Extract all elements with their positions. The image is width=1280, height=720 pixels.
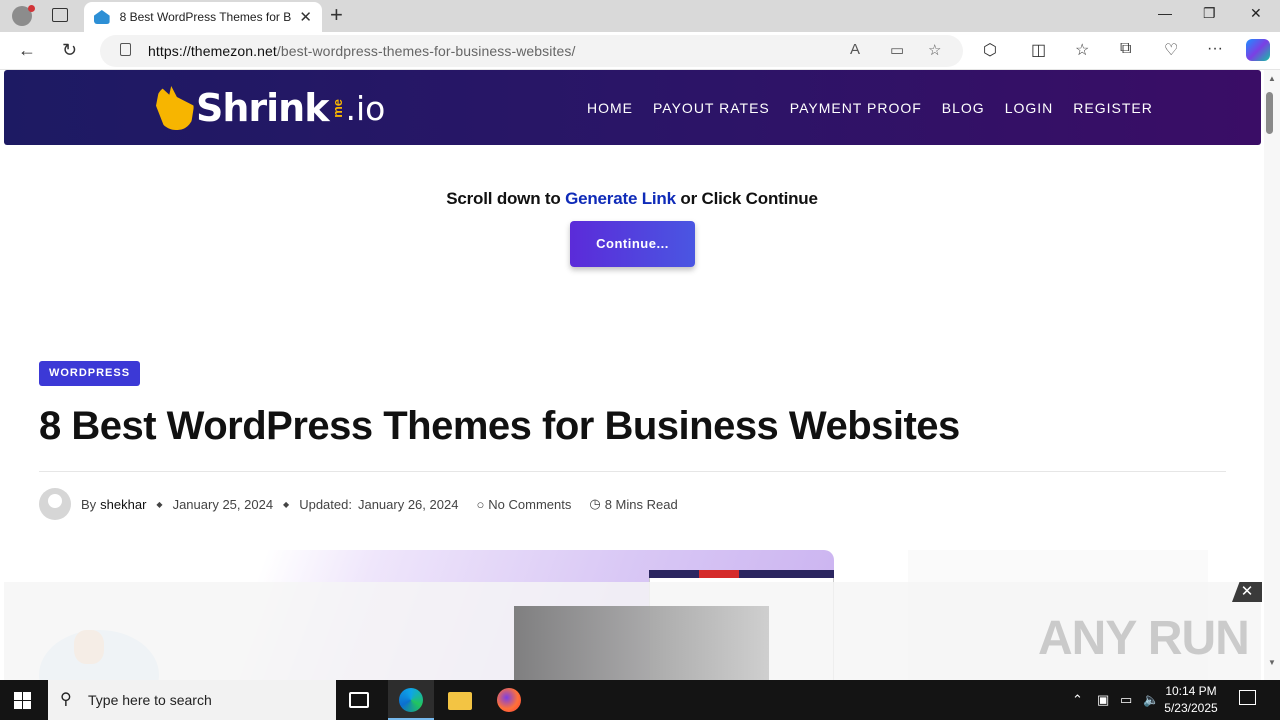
favorite-star-icon[interactable]: ☆	[928, 41, 941, 59]
hand-pointer-icon	[156, 86, 194, 130]
avatar[interactable]	[39, 488, 71, 520]
system-clock[interactable]: 10:14 PM 5/23/2025	[1160, 683, 1222, 717]
by-label: By	[81, 496, 97, 512]
task-view-icon[interactable]	[349, 692, 369, 708]
device-icon[interactable]: ▣	[1097, 692, 1109, 708]
windows-taskbar: ⚲ Type here to search ⌃ ▣ ▭ 🔈 10:14 PM 5…	[0, 680, 1280, 720]
scrollbar-thumb[interactable]	[1266, 92, 1273, 134]
main-nav: HOME PAYOUT RATES PAYMENT PROOF BLOG LOG…	[587, 100, 1153, 116]
theme-preview-header	[649, 570, 834, 578]
network-icon[interactable]: ▭	[1120, 692, 1132, 708]
tab-close-button[interactable]: ✕	[299, 10, 312, 25]
more-menu-icon[interactable]: ···	[1207, 40, 1223, 58]
site-favicon-icon	[94, 10, 110, 24]
copilot-icon[interactable]	[1246, 39, 1270, 61]
window-close-button[interactable]: ✕	[1250, 5, 1262, 22]
nav-home[interactable]: HOME	[587, 100, 633, 116]
notification-center-icon[interactable]	[1239, 690, 1256, 705]
read-aloud-icon[interactable]: A	[850, 41, 860, 58]
ad-banner-image[interactable]	[514, 606, 769, 680]
browser-tab-bar: 8 Best WordPress Themes for Business Web…	[0, 0, 1280, 32]
back-arrow-icon[interactable]: ←	[18, 39, 36, 61]
show-hidden-icons-icon[interactable]: ⌃	[1072, 692, 1083, 708]
bullet-icon: ◆	[283, 499, 290, 509]
file-explorer-icon[interactable]	[448, 692, 472, 710]
article-title: 8 Best WordPress Themes for Business Web…	[39, 404, 960, 448]
tab-title: 8 Best WordPress Themes for Business Web…	[119, 10, 292, 24]
nav-register[interactable]: REGISTER	[1073, 100, 1153, 116]
nav-login[interactable]: LOGIN	[1005, 100, 1054, 116]
bullet-icon: ◆	[156, 499, 163, 509]
nav-payout-rates[interactable]: PAYOUT RATES	[653, 100, 770, 116]
clock-date: 5/23/2025	[1164, 701, 1218, 715]
scroll-up-icon[interactable]: ▲	[1264, 74, 1280, 83]
page-scrollbar[interactable]	[1264, 70, 1280, 680]
site-header: Shrink me .io HOME PAYOUT RATES PAYMENT …	[4, 70, 1261, 145]
edge-icon[interactable]	[399, 688, 423, 712]
browser-essentials-icon[interactable]: ♡	[1164, 40, 1178, 60]
logo-text: Shrink	[196, 86, 330, 130]
nav-blog[interactable]: BLOG	[942, 100, 985, 116]
minimize-button[interactable]: —	[1158, 5, 1172, 21]
updated-label: Updated:	[299, 496, 352, 512]
clock-time: 10:14 PM	[1165, 684, 1217, 698]
favorites-icon[interactable]: ☆	[1075, 40, 1089, 60]
url-text[interactable]: https://themezon.net/best-wordpress-them…	[148, 43, 575, 59]
comments-link[interactable]: No Comments	[488, 497, 571, 512]
refresh-icon[interactable]: ↻	[62, 39, 77, 61]
windows-start-icon[interactable]	[14, 692, 31, 709]
generate-link[interactable]: Generate Link	[565, 189, 676, 208]
scroll-instruction: Scroll down to Generate Link or Click Co…	[446, 189, 818, 208]
extensions-icon[interactable]: ⬡	[983, 40, 997, 60]
tab-actions-icon[interactable]	[52, 8, 68, 22]
firefox-icon[interactable]	[497, 688, 521, 712]
logo-me-text: me	[329, 98, 345, 118]
restore-button[interactable]: ❐	[1203, 5, 1216, 22]
logo-io-text: .io	[345, 88, 386, 128]
new-tab-button[interactable]: +	[330, 3, 343, 27]
watermark: ANY RUN	[1038, 612, 1250, 665]
theme-preview-accent	[699, 570, 739, 578]
read-time: 8 Mins Read	[604, 496, 678, 512]
author-link[interactable]: shekhar	[100, 497, 146, 512]
category-badge[interactable]: WORDPRESS	[39, 361, 140, 386]
search-icon: ⚲	[60, 691, 72, 708]
updated-date: January 26, 2024	[357, 496, 459, 512]
volume-icon[interactable]: 🔈	[1143, 692, 1159, 708]
lock-icon[interactable]	[120, 43, 131, 56]
taskbar-search[interactable]: ⚲ Type here to search	[48, 680, 336, 720]
search-placeholder: Type here to search	[88, 692, 212, 708]
nav-payment-proof[interactable]: PAYMENT PROOF	[790, 100, 922, 116]
scroll-down-icon[interactable]: ▼	[1264, 658, 1280, 667]
clock-icon: ◷	[589, 496, 601, 511]
page-viewport: Shrink me .io HOME PAYOUT RATES PAYMENT …	[0, 70, 1264, 680]
continue-button[interactable]: Continue...	[570, 221, 695, 267]
comment-icon: ○	[476, 496, 485, 512]
divider	[39, 471, 1226, 472]
immersive-reader-icon[interactable]: ▭	[890, 41, 904, 59]
address-bar[interactable]: https://themezon.net/best-wordpress-them…	[100, 35, 963, 67]
article-meta: By shekhar ◆ January 25, 2024 ◆ Updated:…	[39, 488, 678, 520]
published-date: January 25, 2024	[172, 496, 274, 512]
site-logo[interactable]: Shrink me .io	[156, 80, 385, 136]
collections-icon[interactable]: ⧉	[1120, 40, 1131, 58]
split-screen-icon[interactable]: ◫	[1031, 40, 1046, 60]
notification-dot-icon	[28, 5, 35, 12]
browser-tab[interactable]: 8 Best WordPress Themes for Business Web…	[84, 2, 322, 32]
